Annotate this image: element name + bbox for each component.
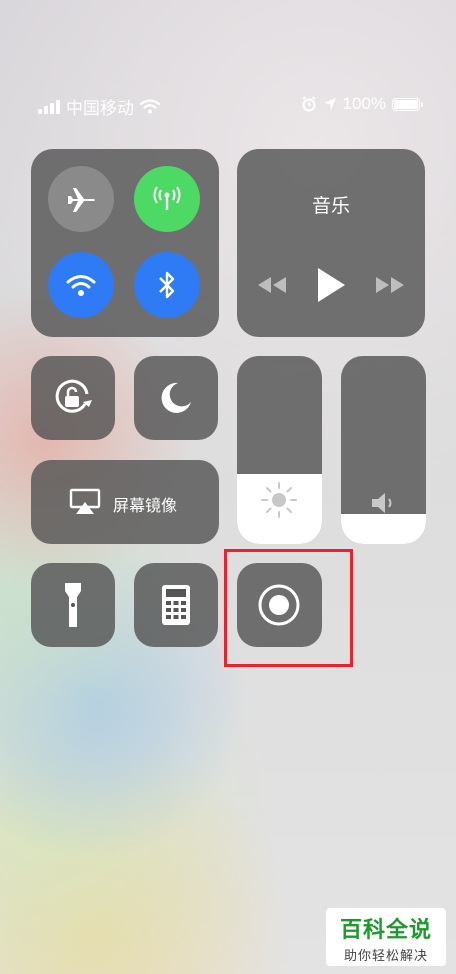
music-module[interactable]: 音乐 — [237, 149, 425, 337]
bluetooth-icon — [159, 271, 175, 299]
brightness-slider[interactable] — [237, 356, 322, 544]
battery-icon — [392, 97, 423, 111]
watermark-badge: 百科全说 助你轻松解决 — [326, 908, 446, 966]
brightness-icon — [261, 482, 297, 518]
airplane-mode-toggle[interactable] — [48, 166, 114, 232]
speaker-icon — [372, 493, 392, 513]
volume-slider[interactable] — [341, 356, 426, 544]
signal-strength-icon — [38, 99, 60, 114]
moon-icon — [161, 382, 191, 413]
volume-level — [341, 513, 426, 544]
flashlight-icon — [65, 583, 81, 627]
music-title: 音乐 — [311, 196, 350, 217]
flashlight-toggle[interactable] — [31, 563, 115, 647]
alarm-icon — [301, 96, 316, 112]
bluetooth-toggle[interactable] — [134, 252, 200, 318]
cellular-data-toggle[interactable] — [134, 166, 200, 232]
fast-forward-icon[interactable] — [374, 276, 406, 294]
rotation-lock-icon — [55, 379, 92, 413]
carrier-name: 中国移动 — [66, 99, 134, 118]
connectivity-module — [31, 149, 219, 337]
do-not-disturb-toggle[interactable] — [134, 356, 218, 440]
calculator-icon — [162, 585, 190, 625]
antenna-icon — [153, 186, 181, 210]
airplay-icon — [69, 488, 101, 514]
wifi-toggle[interactable] — [48, 252, 114, 318]
status-bar: 中国移动 100% — [0, 92, 456, 120]
location-icon — [323, 98, 336, 110]
highlight-box — [224, 549, 353, 667]
watermark-subtitle: 助你轻松解决 — [343, 948, 428, 963]
orientation-lock-toggle[interactable] — [31, 356, 115, 440]
play-icon[interactable] — [316, 267, 346, 303]
wifi-status-icon — [140, 99, 160, 114]
airplane-icon — [68, 188, 95, 212]
wifi-icon — [66, 275, 96, 296]
calculator-button[interactable] — [134, 563, 218, 647]
watermark-title: 百科全说 — [339, 917, 432, 942]
rewind-icon[interactable] — [256, 276, 288, 294]
battery-percent: 100% — [342, 94, 386, 113]
screen-mirroring-button[interactable]: 屏幕镜像 — [31, 460, 219, 544]
screen-mirroring-label: 屏幕镜像 — [113, 498, 178, 515]
